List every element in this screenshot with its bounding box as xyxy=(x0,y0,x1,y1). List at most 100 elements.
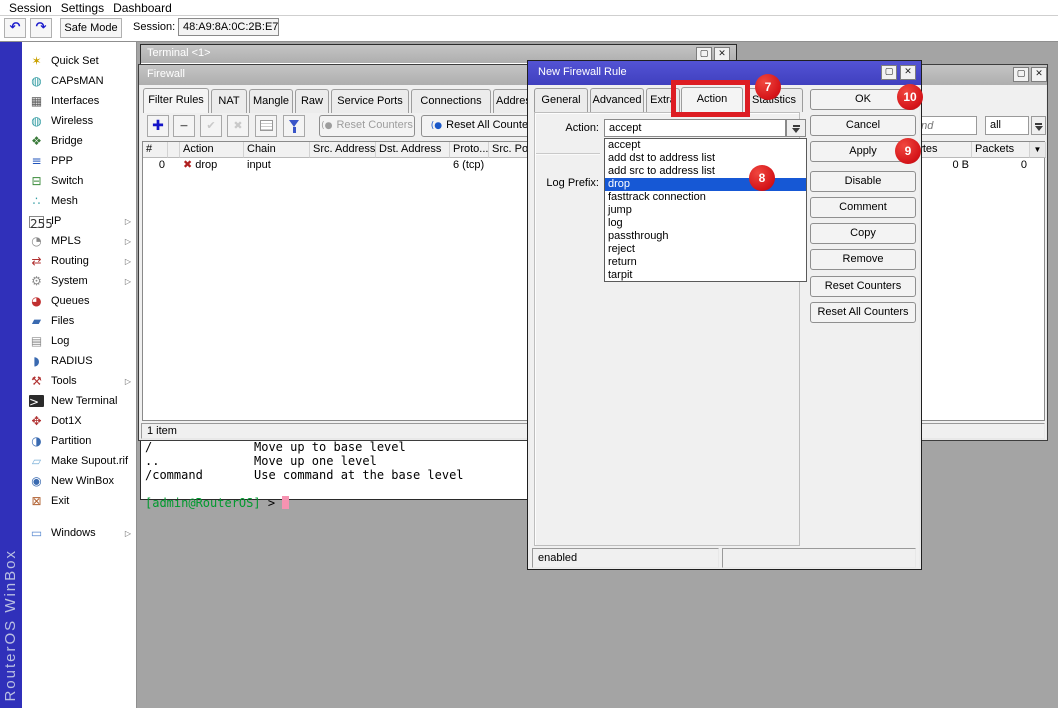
firewall-tab-raw[interactable]: Raw xyxy=(295,89,329,113)
dropdown-option-accept[interactable]: accept xyxy=(605,139,806,152)
sidebar-item-system[interactable]: ⚙System▷ xyxy=(22,271,136,291)
dropdown-option-drop[interactable]: drop xyxy=(605,178,806,191)
sidebar-item-windows[interactable]: ▭Windows▷ xyxy=(22,523,136,543)
sidebar-item-capsman[interactable]: ◍CAPsMAN xyxy=(22,71,136,91)
dropdown-option-jump[interactable]: jump xyxy=(605,204,806,217)
interfaces-icon: ▦ xyxy=(29,94,44,108)
copy-button[interactable]: Copy xyxy=(810,223,916,244)
action-combobox[interactable]: accept xyxy=(604,119,786,137)
session-id-field[interactable]: 48:A9:8A:0C:2B:E7 xyxy=(178,18,279,36)
dropdown-option-reject[interactable]: reject xyxy=(605,243,806,256)
reset-counters-button[interactable]: (●Reset Counters xyxy=(319,115,415,137)
menu-session[interactable]: Session xyxy=(9,1,52,15)
sidebar-item-exit[interactable]: ⊠Exit xyxy=(22,491,136,511)
sidebar-item-new-winbox[interactable]: ◉New WinBox xyxy=(22,471,136,491)
dropdown-option-log[interactable]: log xyxy=(605,217,806,230)
filter-button[interactable] xyxy=(283,115,305,137)
comment-rule-button[interactable] xyxy=(255,115,277,137)
sidebar-item-bridge[interactable]: ❖Bridge xyxy=(22,131,136,151)
submenu-arrow-icon: ▷ xyxy=(125,277,131,286)
menu-settings[interactable]: Settings xyxy=(61,1,104,15)
dialog-tab-advanced[interactable]: Advanced xyxy=(590,88,644,112)
cell-protocol[interactable]: 6 (tcp) xyxy=(450,158,489,172)
sidebar-item-radius[interactable]: ◗RADIUS xyxy=(22,351,136,371)
enable-rule-button[interactable]: ✔ xyxy=(200,115,222,137)
dialog-maximize-button[interactable]: ▢ xyxy=(881,65,897,80)
sidebar-item-wireless[interactable]: ◍Wireless xyxy=(22,111,136,131)
column-header-Src. Address[interactable]: Src. Address xyxy=(310,142,376,158)
safe-mode-button[interactable]: Safe Mode xyxy=(60,18,122,38)
sidebar-item-label: RADIUS xyxy=(51,355,93,367)
firewall-close-button[interactable]: ✕ xyxy=(1031,67,1047,82)
dropdown-option-passthrough[interactable]: passthrough xyxy=(605,230,806,243)
column-header-#[interactable]: # xyxy=(143,142,168,158)
firewall-maximize-button[interactable]: ▢ xyxy=(1013,67,1029,82)
queues-icon: ◕ xyxy=(29,294,44,308)
firewall-tab-service-ports[interactable]: Service Ports xyxy=(331,89,409,113)
cell-number[interactable]: 0 xyxy=(143,158,168,172)
dropdown-option-fasttrack-connection[interactable]: fasttrack connection xyxy=(605,191,806,204)
step-badge-9: 9 xyxy=(895,138,921,164)
remove-button[interactable]: Remove xyxy=(810,249,916,270)
dropdown-option-add-dst-to-address-list[interactable]: add dst to address list xyxy=(605,152,806,165)
cell-chain[interactable]: input xyxy=(244,158,310,172)
dialog-close-button[interactable]: ✕ xyxy=(900,65,916,80)
sidebar-item-partition[interactable]: ◑Partition xyxy=(22,431,136,451)
column-header-Proto...[interactable]: Proto... xyxy=(450,142,489,158)
disable-button[interactable]: Disable xyxy=(810,171,916,192)
sidebar-item-label: CAPsMAN xyxy=(51,75,104,87)
find-scope-dropdown-button[interactable] xyxy=(1031,116,1046,135)
column-header-Chain[interactable]: Chain xyxy=(244,142,310,158)
sidebar-item-ip[interactable]: 255IP▷ xyxy=(22,211,136,231)
sidebar-item-mesh[interactable]: ∴Mesh xyxy=(22,191,136,211)
firewall-tab-filter-rules[interactable]: Filter Rules xyxy=(143,88,209,113)
dropdown-option-add-src-to-address-list[interactable]: add src to address list xyxy=(605,165,806,178)
ip-icon: 255 xyxy=(29,216,44,228)
cell-packets[interactable]: 0 xyxy=(972,158,1030,172)
redo-button[interactable]: ↷ xyxy=(30,18,52,38)
step-badge-7: 7 xyxy=(755,74,781,100)
comment-button[interactable]: Comment xyxy=(810,197,916,218)
firewall-tab-connections[interactable]: Connections xyxy=(411,89,491,113)
sidebar-item-tools[interactable]: ⚒Tools▷ xyxy=(22,371,136,391)
action-dropdown-button[interactable] xyxy=(786,119,806,137)
sidebar-item-log[interactable]: ▤Log xyxy=(22,331,136,351)
action-tab-highlight-rectangle xyxy=(671,80,750,117)
dropdown-option-return[interactable]: return xyxy=(605,256,806,269)
sidebar-item-files[interactable]: ▰Files xyxy=(22,311,136,331)
sidebar-item-dot1x[interactable]: ✥Dot1X xyxy=(22,411,136,431)
undo-button[interactable]: ↶ xyxy=(4,18,26,38)
column-chooser-button[interactable]: ▼ xyxy=(1030,142,1046,158)
disable-rule-button[interactable]: ✖ xyxy=(227,115,249,137)
cell-action[interactable]: ✖ drop xyxy=(180,158,244,172)
column-header-Action[interactable]: Action xyxy=(180,142,244,158)
column-header-Dst. Address[interactable]: Dst. Address xyxy=(376,142,450,158)
dropdown-option-tarpit[interactable]: tarpit xyxy=(605,269,806,282)
sidebar-item-queues[interactable]: ◕Queues xyxy=(22,291,136,311)
reset-all-counters-button[interactable]: Reset All Counters xyxy=(810,302,916,323)
column-header-state[interactable] xyxy=(168,142,180,158)
sidebar-item-label: Windows xyxy=(51,527,96,539)
files-icon: ▰ xyxy=(29,314,44,328)
windows-icon: ▭ xyxy=(29,526,44,540)
firewall-tab-mangle[interactable]: Mangle xyxy=(249,89,293,113)
find-scope-select[interactable]: all xyxy=(985,116,1029,135)
sidebar-item-new-terminal[interactable]: >_New Terminal xyxy=(22,391,136,411)
sidebar-item-routing[interactable]: ⇄Routing▷ xyxy=(22,251,136,271)
sidebar-item-quick-set[interactable]: ✶Quick Set xyxy=(22,51,136,71)
firewall-tab-nat[interactable]: NAT xyxy=(211,89,247,113)
sidebar-item-mpls[interactable]: ◔MPLS▷ xyxy=(22,231,136,251)
sidebar-item-switch[interactable]: ⊟Switch xyxy=(22,171,136,191)
menu-dashboard[interactable]: Dashboard xyxy=(113,1,172,15)
reset-counters-button[interactable]: Reset Counters xyxy=(810,276,916,297)
sidebar-item-ppp[interactable]: ≡PPP xyxy=(22,151,136,171)
sidebar-item-make-supout-rif[interactable]: ▱Make Supout.rif xyxy=(22,451,136,471)
sidebar-item-interfaces[interactable]: ▦Interfaces xyxy=(22,91,136,111)
add-rule-button[interactable]: ✚ xyxy=(147,115,169,137)
sidebar-item-label: System xyxy=(51,275,88,287)
column-header-packets[interactable]: Packets xyxy=(972,142,1030,158)
dialog-tab-general[interactable]: General xyxy=(534,88,588,112)
remove-rule-button[interactable]: − xyxy=(173,115,195,137)
action-label: Action: xyxy=(536,122,599,134)
cancel-button[interactable]: Cancel xyxy=(810,115,916,136)
